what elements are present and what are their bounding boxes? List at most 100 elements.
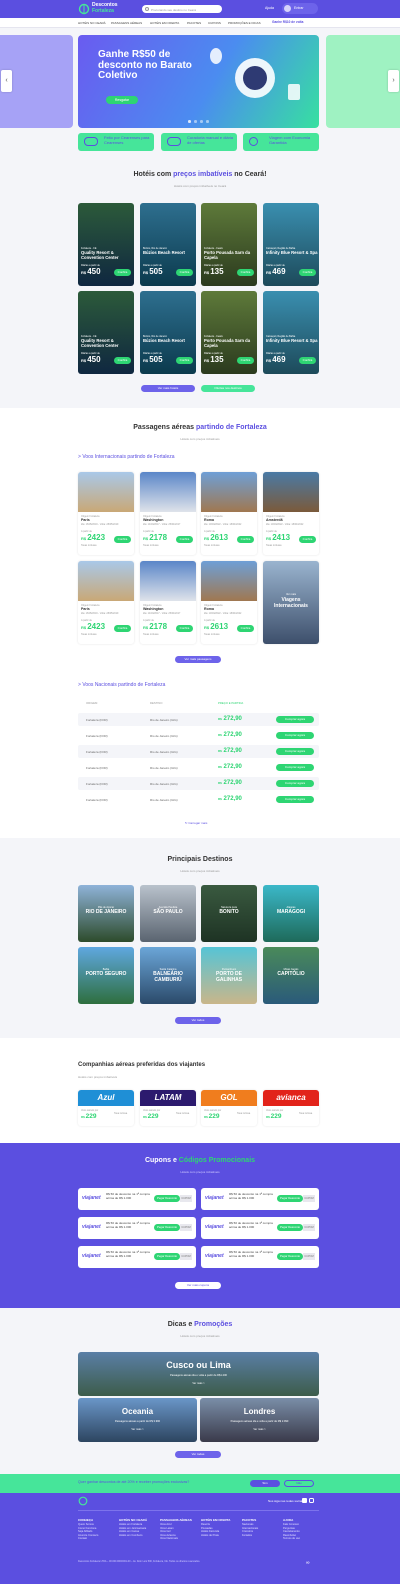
carousel-next-button[interactable]: › [388,70,399,92]
footer-link[interactable]: Contato [78,1537,87,1541]
national-flights-label: > Voos Nacionais partindo de Fortaleza [78,682,165,688]
carousel-dot[interactable] [194,120,197,123]
more-destinations-button[interactable]: Ver todos [175,1017,221,1024]
flight-price: R$ 2613 [204,533,228,542]
hotel-book-button[interactable]: Confira [299,269,316,276]
destination-name: SÃO PAULO [153,909,183,915]
get-discount-button[interactable]: Pegar Desconto [277,1224,303,1231]
nav-cupons[interactable]: CUPONS [208,21,221,25]
flight-book-button[interactable]: Confira [237,625,254,632]
hotel-book-button[interactable]: Confira [237,269,254,276]
hotel-book-button[interactable]: Confira [237,357,254,364]
tip-londres-text: Passagens aéreas ida e volta a partir de… [230,1420,289,1423]
currency: R$ [218,717,222,721]
nav-pacotes[interactable]: PACOTES [187,21,201,25]
hotel-book-button[interactable]: Confira [176,269,193,276]
hero-cta-button[interactable]: Resgatar [106,96,138,104]
coupon-code[interactable]: CUPOM [303,1195,315,1202]
footer-link[interactable]: Termos de uso [283,1537,300,1541]
search-input[interactable]: Procurando seu destino no Ceará [142,5,222,13]
flight-price-value: 2178 [149,622,168,631]
carousel-dot[interactable] [188,120,191,123]
flight-book-button[interactable]: Confira [176,625,193,632]
hotel-price-value: 469 [272,355,286,364]
coupon-code[interactable]: CUPOM [303,1253,315,1260]
hotel-name: Infinity Blue Resort & Spa [266,338,318,343]
footer-logo-icon[interactable] [78,1496,88,1506]
carousel-dot[interactable] [206,120,209,123]
hotel-book-button[interactable]: Confira [114,269,131,276]
footer-link[interactable]: Hotéis de Praia [201,1534,219,1538]
balloon-icon [210,48,222,64]
row-price: R$ 272,90 [218,796,242,802]
load-more-link[interactable]: ↻ Carregar mais [185,821,207,825]
logo-icon[interactable] [78,3,92,15]
nav-hoteis[interactable]: HOTÉIS NO CEARÁ [78,21,106,25]
buy-now-button[interactable]: Comprar agora [276,732,314,739]
get-discount-button[interactable]: Pegar Desconto [154,1253,180,1260]
hotel-book-button[interactable]: Confira [299,357,316,364]
carousel-prev-button[interactable]: ‹ [1,70,12,92]
flight-book-button[interactable]: Confira [176,536,193,543]
newsletter-yes-button[interactable]: Sim [250,1480,280,1487]
flight-book-button[interactable]: Confira [114,536,131,543]
carousel-dot[interactable] [200,120,203,123]
coupon-code[interactable]: CUPOM [180,1224,192,1231]
get-discount-button[interactable]: Pegar Desconto [154,1224,180,1231]
get-discount-button[interactable]: Pegar Desconto [277,1253,303,1260]
offers-button[interactable]: Ofertas nos destinos [201,385,255,392]
flight-price-value: 2613 [210,533,229,542]
nav-ofertas[interactable]: HOTÉIS EM OFERTA [150,21,179,25]
tip-big-link[interactable]: Ver mais > [78,1382,319,1385]
currency: R$ [218,749,222,753]
cashback-link[interactable]: Ganhe R$10 de volta [272,20,303,24]
logo-text[interactable]: Descontos Fortaleza [92,2,118,14]
hotels-subtitle: Hotéis com preços imbatíveis no Ceará [173,184,227,188]
hotel-price: R$ 135 [204,267,224,276]
footer-link[interactable]: Feriados [242,1534,252,1538]
buy-now-button[interactable]: Comprar agora [276,780,314,787]
coupon-code[interactable]: CUPOM [180,1253,192,1260]
get-discount-button[interactable]: Pegar Desconto [277,1195,303,1202]
tip-londres-link[interactable]: Ver mais > [200,1428,319,1431]
flight-book-button[interactable]: Confira [299,536,316,543]
hotel-price-value: 505 [149,267,163,276]
get-discount-button[interactable]: Pegar Desconto [154,1195,180,1202]
hotel-price: R$ 469 [266,267,286,276]
coupon-text: R$ 50 de desconto na 1ª compra acima de … [229,1221,273,1229]
destination-name: BALNEÁRIO CAMBURIÚ [153,971,183,983]
hotel-price-value: 135 [210,267,224,276]
buy-now-button[interactable]: Comprar agora [276,764,314,771]
footer-link[interactable]: Hotéis em Cumbuco [119,1534,143,1538]
row-origin: Fortaleza (FOR) [86,782,108,786]
more-coupons-button[interactable]: Ver mais cupons [175,1282,221,1289]
coupons-title-prefix: Cupons e [144,1157,179,1164]
flight-book-button[interactable]: Confira [114,625,131,632]
search-icon [145,7,149,11]
more-flights-button[interactable]: Ver mais passagens [175,656,221,663]
instagram-icon[interactable] [309,1498,314,1503]
help-link[interactable]: Ajuda [265,6,274,10]
footer-social-label: Nos siga nas redes sociais [268,1499,304,1503]
buy-now-button[interactable]: Comprar agora [276,748,314,755]
hotel-book-button[interactable]: Confira [114,357,131,364]
destination-name: PORTO SEGURO [85,971,127,977]
flights-title-prefix: Passagens aéreas [133,424,196,431]
buy-now-button[interactable]: Comprar agora [276,716,314,723]
flight-book-button[interactable]: Confira [237,536,254,543]
nav-passagens[interactable]: PASSAGENS AÉREAS [111,21,142,25]
buy-now-button[interactable]: Comprar agora [276,796,314,803]
more-hotels-button[interactable]: Ver mais hotéis [141,385,195,392]
coupons-title-highlight: Códigos Promocionais [178,1157,256,1164]
footer-link[interactable]: Voos Nacionais [160,1537,178,1541]
coupon-logo: viajanet [205,1253,224,1259]
hotel-book-button[interactable]: Confira [176,357,193,364]
tip-oceania-link[interactable]: Ver mais > [78,1428,197,1431]
coupon-code[interactable]: CUPOM [180,1195,192,1202]
nav-promocoes[interactable]: PROMOÇÕES E DICAS [228,21,261,25]
coupon-code[interactable]: CUPOM [303,1224,315,1231]
newsletter-no-button[interactable]: Não [284,1480,314,1487]
more-tips-button[interactable]: Ver todas [175,1451,221,1458]
footer-column-title: HOTÉIS NO CEARÁ [119,1518,148,1522]
facebook-icon[interactable] [302,1498,307,1503]
